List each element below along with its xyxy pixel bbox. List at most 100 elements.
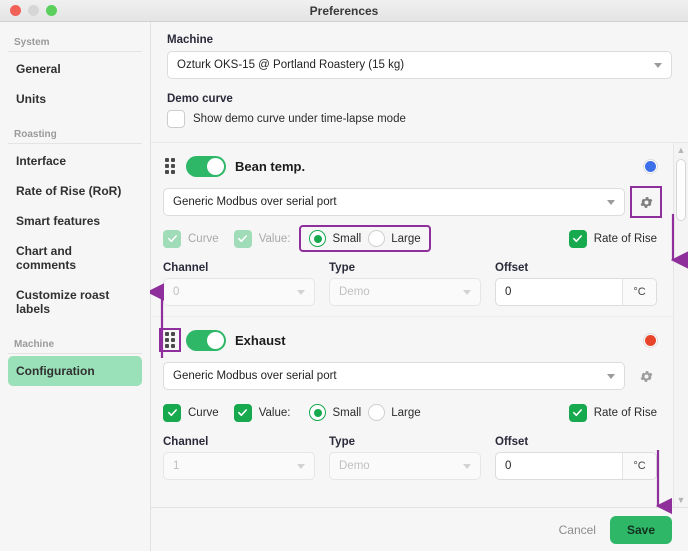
curve-checkbox[interactable] <box>163 403 181 422</box>
size-radio-small <box>309 230 327 247</box>
sidebar-item-configuration[interactable]: Configuration <box>8 356 142 386</box>
rate-of-rise-checkbox[interactable] <box>568 229 587 248</box>
value-checkbox[interactable] <box>233 229 252 248</box>
size-option-small[interactable]: Small <box>309 404 361 421</box>
scrollbar-thumb[interactable] <box>676 159 686 221</box>
size-label-small: Small <box>332 232 362 245</box>
channel-value: 1 <box>173 460 180 472</box>
offset-unit: °C <box>622 453 656 479</box>
window-body: System General Units Roasting Interface … <box>0 22 688 551</box>
device-color-dot[interactable] <box>644 159 657 173</box>
offset-input[interactable] <box>496 453 622 479</box>
offset-input[interactable] <box>496 279 622 305</box>
size-label-large: Large <box>391 406 421 419</box>
chevron-down-icon <box>463 290 471 295</box>
device-source-row: Generic Modbus over serial port <box>163 186 662 218</box>
size-option-large[interactable]: Large <box>368 230 421 247</box>
channel-field: Channel 1 <box>163 436 315 480</box>
device-color-dot[interactable] <box>644 333 657 347</box>
devices-scroll-region: Bean temp. Generic Modbus over serial po… <box>151 142 688 507</box>
size-label-large: Large <box>391 232 421 245</box>
size-option-small[interactable]: Small <box>309 230 361 247</box>
device-source-row: Generic Modbus over serial port <box>163 362 657 390</box>
chevron-down-icon <box>654 63 662 68</box>
device-enable-toggle[interactable] <box>186 329 226 351</box>
channel-label: Channel <box>163 262 209 274</box>
type-field: Type Demo <box>329 262 481 306</box>
window-title: Preferences <box>309 3 379 18</box>
demo-curve-label: Demo curve <box>167 93 233 105</box>
channel-select[interactable]: 0 <box>163 278 315 306</box>
offset-field: Offset °C <box>495 436 657 480</box>
top-settings: Machine Ozturk OKS-15 @ Portland Roaster… <box>151 22 688 128</box>
device-section-bean-temp: Bean temp. Generic Modbus over serial po… <box>151 143 673 317</box>
sidebar: System General Units Roasting Interface … <box>0 22 151 551</box>
value-size-radio-group: Small Large <box>301 401 428 424</box>
sidebar-item-customize-roast-labels[interactable]: Customize roast labels <box>8 280 142 324</box>
rate-of-rise-checkbox[interactable] <box>568 403 587 422</box>
cancel-button[interactable]: Cancel <box>559 523 596 537</box>
channel-field: Channel 0 <box>163 262 315 306</box>
offset-input-wrap: °C <box>495 278 657 306</box>
type-value: Demo <box>339 286 370 298</box>
size-option-large[interactable]: Large <box>368 404 421 421</box>
size-radio-large <box>368 404 386 421</box>
devices-scrollbar[interactable]: ▲ ▼ <box>673 143 688 507</box>
device-fields-row: Channel 0 Type Demo Offset 0 °C <box>163 262 657 316</box>
offset-unit: °C <box>622 279 656 305</box>
device-settings-gear-icon[interactable] <box>630 186 662 218</box>
sidebar-item-rate-of-rise[interactable]: Rate of Rise (RoR) <box>8 176 142 206</box>
value-checkbox[interactable] <box>233 403 252 422</box>
save-button[interactable]: Save <box>609 515 672 544</box>
scroll-down-arrow-icon[interactable]: ▼ <box>677 493 686 507</box>
type-label: Type <box>329 436 355 448</box>
channel-select[interactable]: 1 <box>163 452 315 480</box>
sidebar-item-units[interactable]: Units <box>8 84 142 114</box>
chevron-down-icon <box>607 374 615 379</box>
sidebar-group-label: Machine <box>8 334 142 354</box>
sidebar-item-smart-features[interactable]: Smart features <box>8 206 142 236</box>
drag-handle-icon[interactable] <box>159 328 181 352</box>
devices-list: Bean temp. Generic Modbus over serial po… <box>151 143 673 507</box>
device-source-value: Generic Modbus over serial port <box>173 370 337 382</box>
sidebar-item-general[interactable]: General <box>8 54 142 84</box>
dialog-footer: Cancel Save <box>151 507 688 551</box>
sidebar-item-chart-and-comments[interactable]: Chart and comments <box>8 236 142 280</box>
demo-curve-checkbox[interactable] <box>167 110 185 128</box>
device-name: Exhaust <box>235 332 286 348</box>
chevron-down-icon <box>607 200 615 205</box>
device-enable-toggle[interactable] <box>186 155 226 177</box>
device-header: Exhaust <box>159 327 657 353</box>
size-radio-small <box>309 404 327 421</box>
device-section-exhaust: Exhaust Generic Modbus over serial port <box>151 317 673 490</box>
size-radio-large <box>368 230 386 247</box>
value-label: Value: <box>258 406 291 419</box>
sidebar-item-interface[interactable]: Interface <box>8 146 142 176</box>
value-size-radio-group: Small Large <box>299 225 431 252</box>
device-source-value: Generic Modbus over serial port <box>173 196 337 208</box>
device-source-select[interactable]: Generic Modbus over serial port <box>163 362 625 390</box>
type-select[interactable]: Demo <box>329 278 481 306</box>
rate-of-rise-label: Rate of Rise <box>593 232 657 245</box>
device-source-select[interactable]: Generic Modbus over serial port <box>163 188 625 216</box>
chevron-down-icon <box>463 464 471 469</box>
channel-value: 0 <box>173 286 180 298</box>
drag-handle-icon[interactable] <box>163 158 177 174</box>
sidebar-group-label: System <box>8 32 142 52</box>
type-select[interactable]: Demo <box>329 452 481 480</box>
size-label-small: Small <box>332 406 362 419</box>
machine-select[interactable]: Ozturk OKS-15 @ Portland Roastery (15 kg… <box>167 51 672 79</box>
rate-of-rise-label: Rate of Rise <box>593 406 657 419</box>
scroll-up-arrow-icon[interactable]: ▲ <box>677 143 686 157</box>
title-bar: Preferences <box>0 0 688 22</box>
value-label: Value: <box>258 232 291 245</box>
curve-checkbox[interactable] <box>163 229 181 248</box>
offset-input-wrap: °C <box>495 452 657 480</box>
main-panel: Machine Ozturk OKS-15 @ Portland Roaster… <box>151 22 688 551</box>
curve-label: Curve <box>188 406 219 419</box>
scrollbar-track[interactable] <box>674 157 688 493</box>
preferences-window: Preferences System General Units Roastin… <box>0 0 688 551</box>
type-field: Type Demo <box>329 436 481 480</box>
device-settings-gear-icon[interactable] <box>635 365 657 387</box>
machine-label: Machine <box>167 34 214 46</box>
